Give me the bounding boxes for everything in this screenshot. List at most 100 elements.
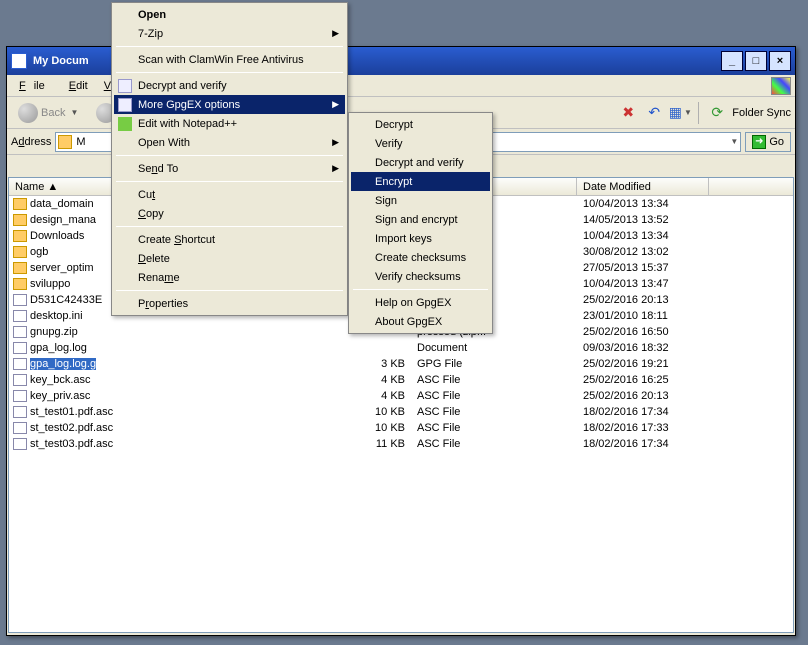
table-row[interactable]: gpa_log.logDocument09/03/2016 18:32 [9, 340, 793, 356]
ctx-delete[interactable]: Delete [114, 249, 345, 268]
file-size: 4 KB [353, 374, 411, 386]
context-submenu-gpgex[interactable]: Decrypt Verify Decrypt and verify Encryp… [348, 112, 493, 334]
file-type: ASC File [411, 406, 577, 418]
file-size: 11 KB [353, 438, 411, 450]
sub-verify[interactable]: Verify [351, 134, 490, 153]
file-name: gpa_log.log [30, 342, 87, 354]
ctx-properties[interactable]: Properties [114, 294, 345, 313]
file-icon [13, 358, 27, 370]
file-name: gpa_log.log.g [30, 358, 96, 370]
windows-logo-icon [771, 77, 791, 95]
folder-icon [13, 198, 27, 210]
folder-sync-label[interactable]: Folder Sync [732, 107, 791, 119]
table-row[interactable]: gpa_log.log.g3 KBGPG File25/02/2016 19:2… [9, 356, 793, 372]
notepad-icon [118, 117, 132, 131]
file-size: 3 KB [353, 358, 411, 370]
close-button[interactable]: × [769, 51, 791, 71]
sub-about[interactable]: About GpgEX [351, 312, 490, 331]
sub-help[interactable]: Help on GpgEX [351, 293, 490, 312]
folder-icon [13, 214, 27, 226]
ctx-notepad[interactable]: Edit with Notepad++ [114, 114, 345, 133]
file-icon [13, 294, 27, 306]
undo-icon[interactable]: ↶ [643, 102, 665, 124]
views-icon[interactable]: ▦▼ [669, 102, 691, 124]
file-size: 10 KB [353, 422, 411, 434]
sub-verify-checksums[interactable]: Verify checksums [351, 267, 490, 286]
tool-icon[interactable]: ✖ [617, 102, 639, 124]
folder-icon [13, 230, 27, 242]
file-icon [13, 406, 27, 418]
file-name: key_bck.asc [30, 374, 91, 386]
col-date[interactable]: Date Modified [577, 178, 709, 195]
file-name: st_test01.pdf.asc [30, 406, 113, 418]
file-date: 25/02/2016 20:13 [577, 390, 727, 402]
table-row[interactable]: st_test02.pdf.asc10 KBASC File18/02/2016… [9, 420, 793, 436]
file-type: ASC File [411, 422, 577, 434]
file-size: 4 KB [353, 390, 411, 402]
file-name: desktop.ini [30, 310, 83, 322]
file-icon [13, 374, 27, 386]
sub-sign[interactable]: Sign [351, 191, 490, 210]
window-icon [11, 53, 27, 69]
file-date: 18/02/2016 17:34 [577, 438, 727, 450]
file-name: data_domain [30, 198, 94, 210]
folder-icon [13, 278, 27, 290]
ctx-cut[interactable]: Cut [114, 185, 345, 204]
file-date: 18/02/2016 17:34 [577, 406, 727, 418]
file-date: 23/01/2010 18:11 [577, 310, 727, 322]
sub-encrypt[interactable]: Encrypt [351, 172, 490, 191]
file-name: gnupg.zip [30, 326, 78, 338]
file-name: design_mana [30, 214, 96, 226]
file-name: ogb [30, 246, 48, 258]
ctx-rename[interactable]: Rename [114, 268, 345, 287]
file-date: 25/02/2016 20:13 [577, 294, 727, 306]
sub-decrypt-verify[interactable]: Decrypt and verify [351, 153, 490, 172]
go-button[interactable]: ➜Go [745, 132, 791, 152]
file-icon [13, 422, 27, 434]
file-name: st_test03.pdf.asc [30, 438, 113, 450]
file-icon [13, 326, 27, 338]
ctx-7zip[interactable]: 7-Zip▶ [114, 24, 345, 43]
file-date: 25/02/2016 19:21 [577, 358, 727, 370]
table-row[interactable]: st_test01.pdf.asc10 KBASC File18/02/2016… [9, 404, 793, 420]
col-spacer [709, 178, 793, 195]
menu-file[interactable]: File [11, 78, 61, 94]
folder-sync-icon[interactable]: ⟳ [706, 102, 728, 124]
file-date: 30/08/2012 13:02 [577, 246, 727, 258]
back-button[interactable]: Back▼ [11, 100, 85, 126]
file-name: sviluppo [30, 278, 70, 290]
table-row[interactable]: key_priv.asc4 KBASC File25/02/2016 20:13 [9, 388, 793, 404]
file-date: 10/04/2013 13:34 [577, 230, 727, 242]
menu-edit[interactable]: Edit [61, 78, 96, 94]
maximize-button[interactable]: □ [745, 51, 767, 71]
table-row[interactable]: st_test03.pdf.asc 11 KBASC File18/02/2016… [9, 436, 793, 452]
ctx-shortcut[interactable]: Create Shortcut [114, 230, 345, 249]
file-type: ASC File [411, 438, 577, 450]
gpg-icon [118, 79, 132, 93]
sub-sign-encrypt[interactable]: Sign and encrypt [351, 210, 490, 229]
table-row[interactable]: key_bck.asc4 KBASC File25/02/2016 16:25 [9, 372, 793, 388]
file-name: D531C42433E [30, 294, 102, 306]
sub-import-keys[interactable]: Import keys [351, 229, 490, 248]
ctx-copy[interactable]: Copy [114, 204, 345, 223]
file-name: server_optim [30, 262, 94, 274]
address-text: M [76, 136, 85, 148]
context-menu-main[interactable]: Open 7-Zip▶ Scan with ClamWin Free Antiv… [111, 2, 348, 316]
address-label: Address [11, 136, 51, 148]
gpg-icon [118, 98, 132, 112]
address-dropdown-icon[interactable]: ▼ [730, 137, 738, 146]
ctx-decrypt-verify[interactable]: Decrypt and verify [114, 76, 345, 95]
file-icon [13, 438, 27, 450]
ctx-open[interactable]: Open [114, 5, 345, 24]
ctx-open-with[interactable]: Open With▶ [114, 133, 345, 152]
ctx-send-to[interactable]: Send To▶ [114, 159, 345, 178]
file-icon [13, 310, 27, 322]
address-folder-icon [58, 135, 72, 149]
ctx-more-gpgex[interactable]: More GpgEX options▶ [114, 95, 345, 114]
sub-create-checksums[interactable]: Create checksums [351, 248, 490, 267]
file-icon [13, 342, 27, 354]
file-date: 10/04/2013 13:34 [577, 198, 727, 210]
sub-decrypt[interactable]: Decrypt [351, 115, 490, 134]
minimize-button[interactable]: _ [721, 51, 743, 71]
ctx-clamwin[interactable]: Scan with ClamWin Free Antivirus [114, 50, 345, 69]
